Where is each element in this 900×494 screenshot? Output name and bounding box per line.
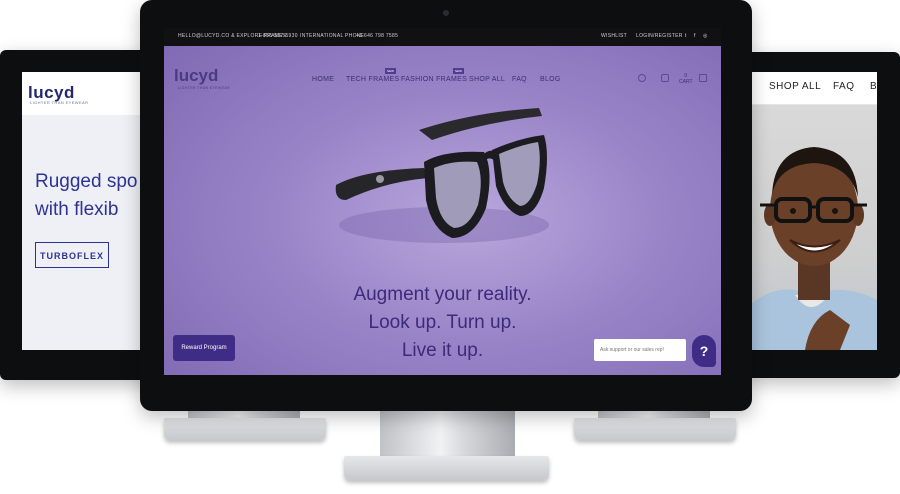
search-icon[interactable]	[638, 74, 646, 82]
topbar-login-link[interactable]: LOGIN/REGISTER	[636, 33, 683, 39]
right-nav-shop-all[interactable]: SHOP ALL	[769, 81, 821, 92]
left-hero-headline-line-1: Rugged spo	[35, 171, 138, 192]
nav-faq[interactable]: FAQ	[512, 76, 527, 83]
center-monitor-stand	[380, 410, 515, 460]
model-wearing-glasses-photo	[750, 105, 877, 350]
wishlist-icon[interactable]	[661, 74, 669, 82]
nav-fashion-frames[interactable]: FASHION FRAMES	[401, 76, 467, 83]
twitter-icon[interactable]: t	[685, 33, 687, 39]
site-logo[interactable]: lucyd	[174, 66, 218, 86]
cart-label: CART	[679, 79, 693, 85]
left-site-logo-subtitle: LIGHTER THAN EYEWEAR	[30, 100, 89, 105]
nav-fashion-frames-new-badge: NEW	[453, 68, 464, 74]
right-monitor-base	[574, 418, 736, 440]
model-illustration	[750, 147, 877, 350]
nav-blog[interactable]: BLOG	[540, 76, 561, 83]
nav-tech-frames[interactable]: TECH FRAMES	[346, 76, 399, 83]
cart-icon[interactable]	[699, 74, 707, 82]
topbar-phone[interactable]: 1-855-557-5930	[258, 33, 298, 39]
nav-home[interactable]: HOME	[312, 76, 334, 83]
right-nav-blog[interactable]: B	[870, 81, 877, 92]
reward-program-button[interactable]: Reward Program	[173, 335, 235, 361]
center-monitor-base	[344, 456, 549, 480]
right-monitor-screen: SHOP ALL FAQ B	[750, 72, 877, 350]
nav-tech-frames-new-badge: NEW	[385, 68, 396, 74]
center-monitor-screen: HELLO@LUCYD.CO & EXPLORE FRAMES 1-855-55…	[164, 28, 721, 375]
smart-glasses-product-image	[335, 108, 549, 243]
cart-button[interactable]: 0 CART	[679, 73, 693, 85]
left-hero-headline-line-2: with flexib	[35, 199, 119, 220]
left-monitor-screen: lucyd LIGHTER THAN EYEWEAR Rugged spo wi…	[22, 72, 140, 350]
topbar-international-phone[interactable]: +1 646 798 7585	[356, 33, 398, 39]
left-site-hero: Rugged spo with flexib TURBOFLEX	[22, 115, 140, 350]
support-chat-input[interactable]: Ask support or our sales rep!	[594, 339, 686, 361]
right-site-nav: SHOP ALL FAQ B	[750, 72, 877, 105]
help-chat-button[interactable]: ?	[692, 335, 716, 367]
right-nav-faq[interactable]: FAQ	[833, 81, 855, 92]
facebook-icon[interactable]: f	[694, 33, 696, 39]
left-monitor-base	[164, 418, 326, 440]
instagram-icon[interactable]: ◎	[703, 33, 708, 39]
turboflex-button[interactable]: TURBOFLEX	[35, 242, 109, 268]
site-logo-subtitle: LIGHTER THAN EYEWEAR	[178, 86, 231, 90]
site-topbar: HELLO@LUCYD.CO & EXPLORE FRAMES 1-855-55…	[164, 28, 721, 46]
topbar-international-label: INTERNATIONAL PHONE	[300, 33, 365, 39]
topbar-wishlist-link[interactable]: WISHLIST	[601, 33, 627, 39]
webcam-icon	[443, 10, 449, 16]
hero-tagline-line-2: Look up. Turn up.	[368, 312, 517, 333]
nav-shop-all[interactable]: SHOP ALL	[469, 76, 505, 83]
hero-tagline-line-1: Augment your reality.	[353, 284, 532, 305]
